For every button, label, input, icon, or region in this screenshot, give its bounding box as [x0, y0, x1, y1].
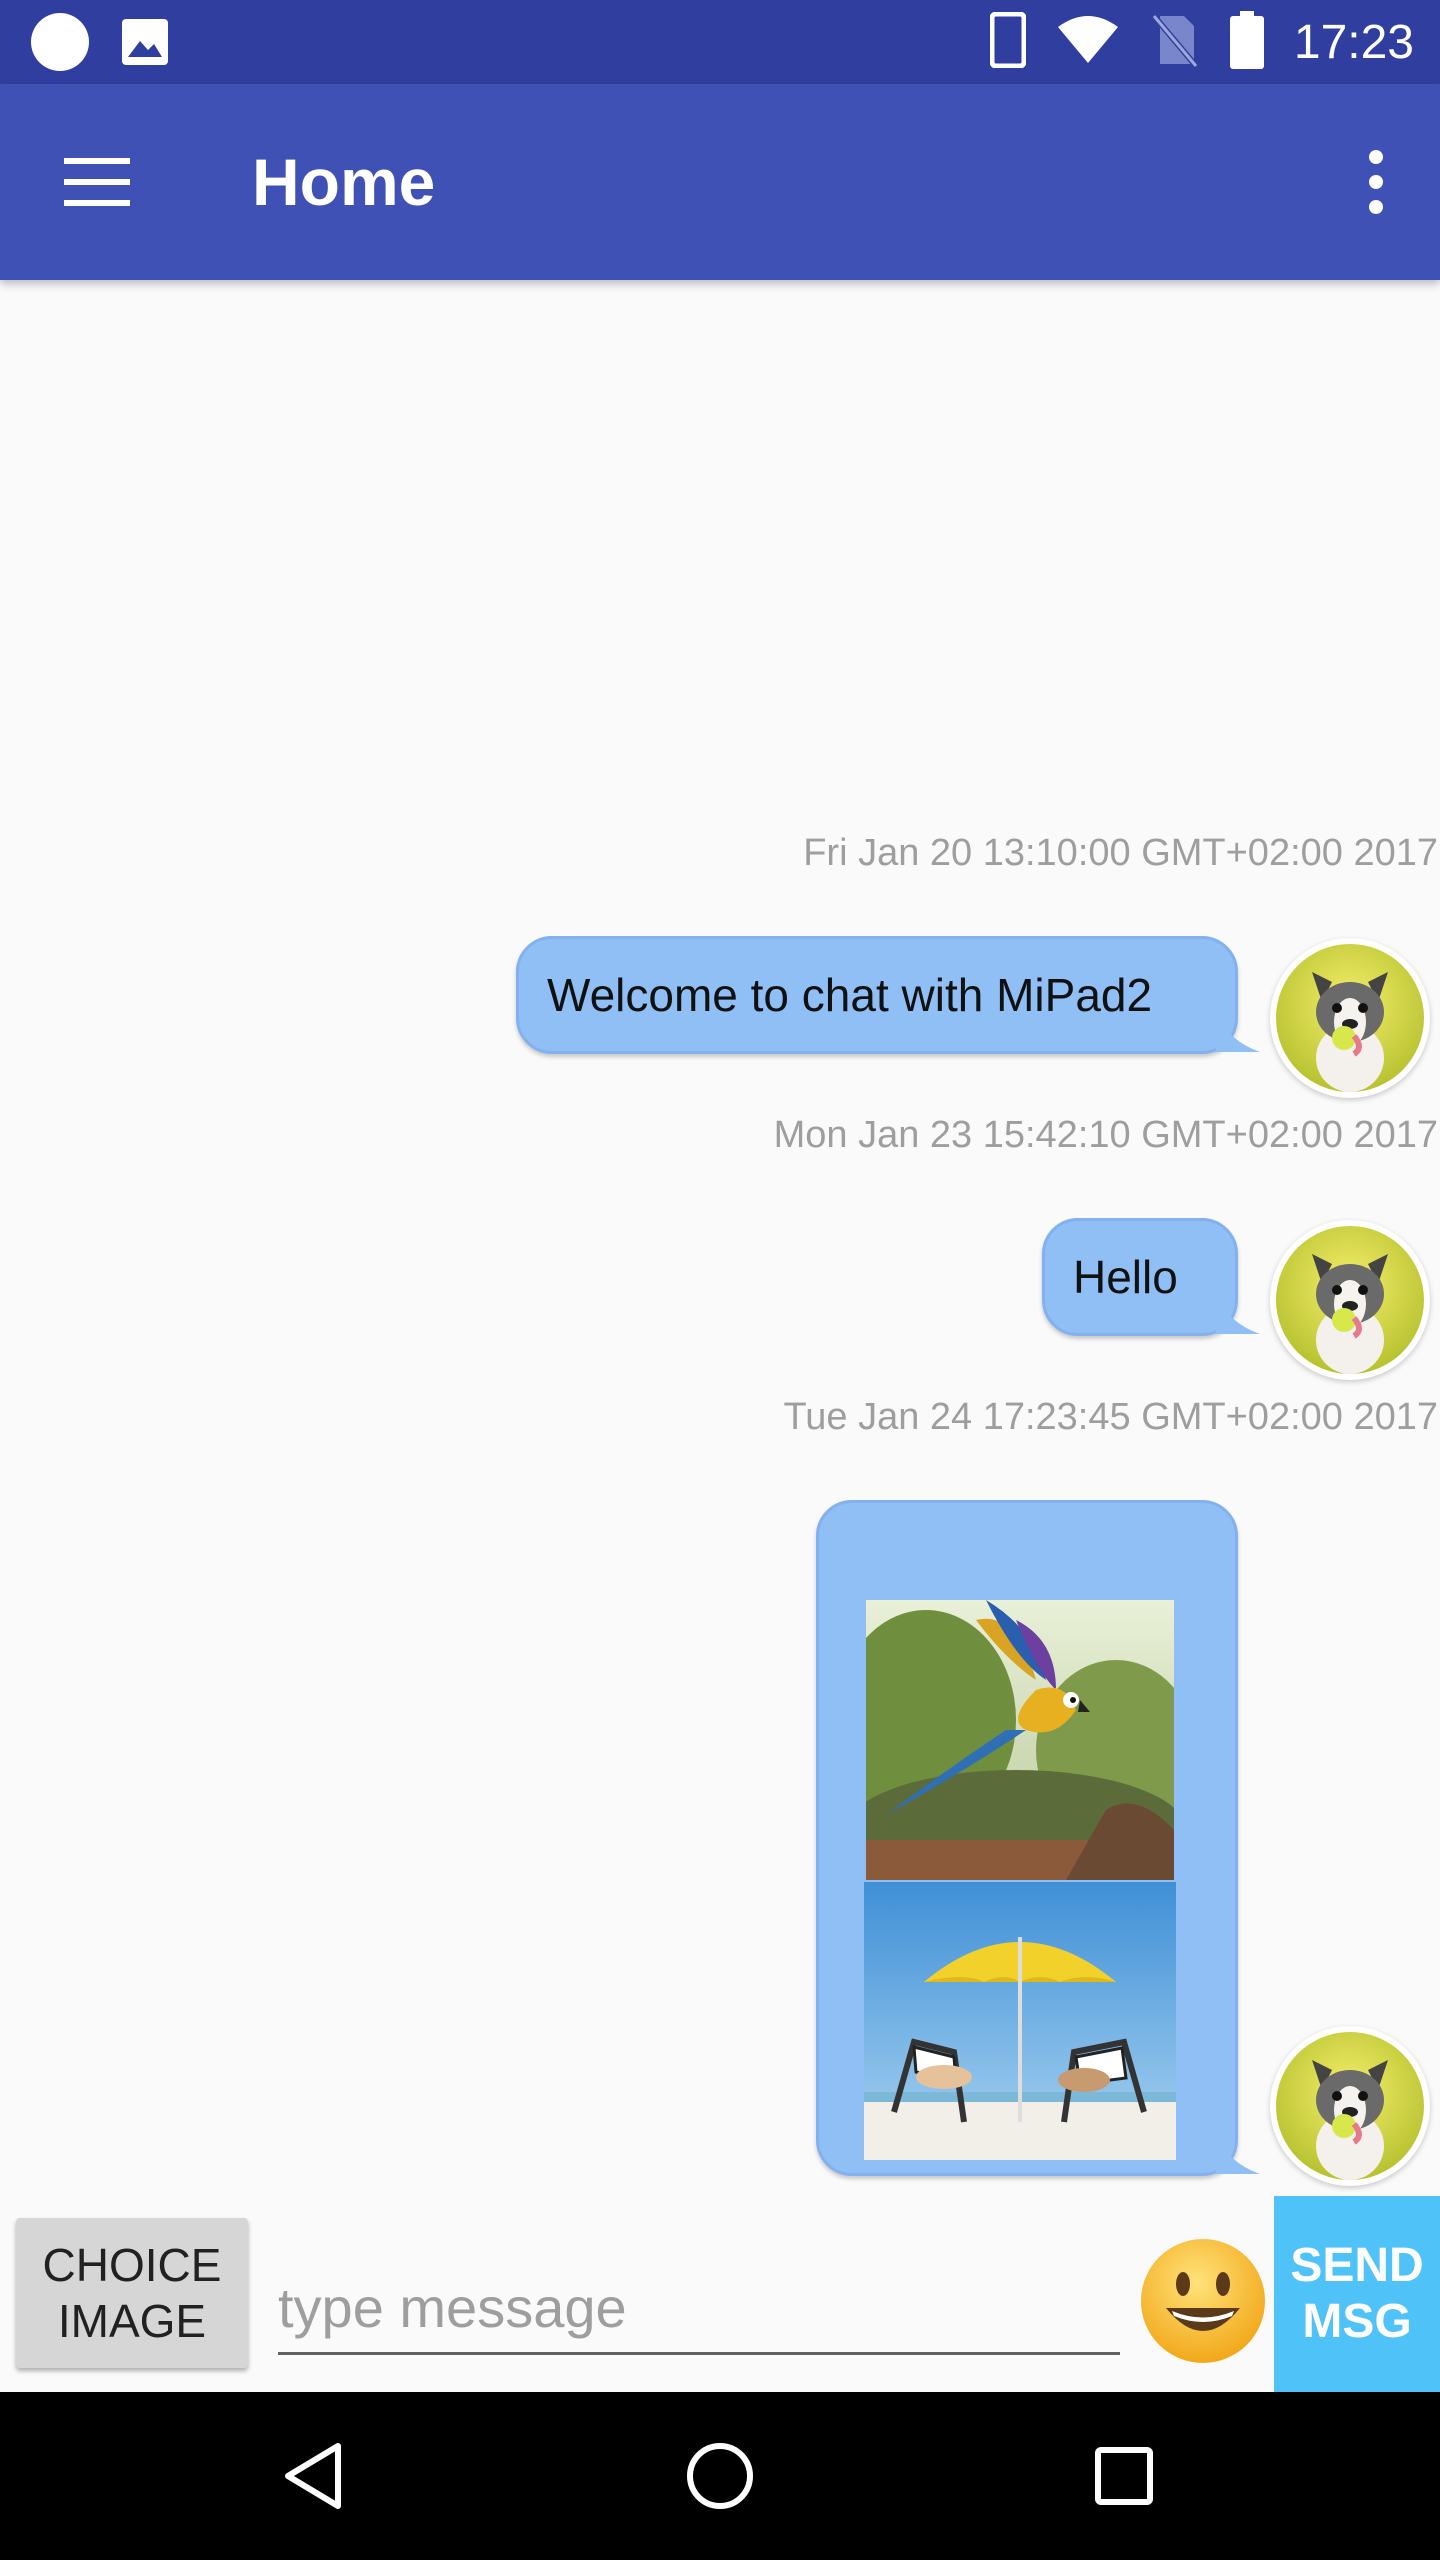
- battery-icon: [1229, 10, 1264, 74]
- message-text: Welcome to chat with MiPad2: [547, 969, 1153, 1021]
- hamburger-menu-icon[interactable]: [48, 144, 144, 220]
- send-label-line2: MSG: [1302, 2295, 1412, 2348]
- bubble-tail: [1216, 2132, 1260, 2174]
- smiley-emoji-icon[interactable]: [1138, 2236, 1268, 2366]
- send-message-button[interactable]: SEND MSG: [1274, 2196, 1440, 2392]
- back-icon[interactable]: [268, 2428, 364, 2524]
- home-icon[interactable]: [672, 2428, 768, 2524]
- message-timestamp: Mon Jan 23 15:42:10 GMT+02:00 2017: [773, 1114, 1438, 1156]
- app-bar: Home: [0, 84, 1440, 280]
- recents-icon[interactable]: [1076, 2428, 1172, 2524]
- bubble-tail: [1216, 1010, 1260, 1052]
- wifi-icon: [1056, 15, 1120, 70]
- message-timestamp: Fri Jan 20 13:10:00 GMT+02:00 2017: [803, 832, 1438, 874]
- choice-image-label-line2: IMAGE: [57, 2295, 207, 2347]
- clock-time: 17:23: [1293, 15, 1414, 69]
- choice-image-button[interactable]: CHOICE IMAGE: [16, 2218, 248, 2368]
- navigation-bar: [0, 2392, 1440, 2560]
- french-bulldog-avatar[interactable]: [1270, 1220, 1430, 1380]
- parrot-photo[interactable]: [866, 1600, 1174, 1880]
- message-input[interactable]: [278, 2262, 1120, 2355]
- more-vert-icon[interactable]: [1352, 140, 1400, 224]
- french-bulldog-avatar[interactable]: [1270, 2026, 1430, 2186]
- send-label-line1: SEND: [1290, 2239, 1424, 2292]
- phone-icon: [989, 11, 1027, 73]
- french-bulldog-avatar[interactable]: [1270, 938, 1430, 1098]
- status-bar: 17:23: [0, 0, 1440, 84]
- message-text: Hello: [1073, 1251, 1178, 1303]
- choice-image-label-line1: CHOICE: [42, 2239, 222, 2291]
- message-bubble[interactable]: Hello: [1042, 1218, 1238, 1336]
- page-title: Home: [252, 145, 436, 219]
- chat-screen: 17:23 Home Fri Jan 20 13:10:00 GMT+02:00…: [0, 0, 1440, 2560]
- bubble-tail: [1216, 1292, 1260, 1334]
- beach-umbrella-photo[interactable]: [864, 1882, 1176, 2160]
- no-sim-icon: [1150, 12, 1200, 73]
- image-notification-icon: [120, 17, 170, 72]
- circle-notification-icon: [30, 12, 90, 77]
- message-bubble[interactable]: Welcome to chat with MiPad2: [516, 936, 1238, 1054]
- message-timestamp: Tue Jan 24 17:23:45 GMT+02:00 2017: [783, 1396, 1438, 1438]
